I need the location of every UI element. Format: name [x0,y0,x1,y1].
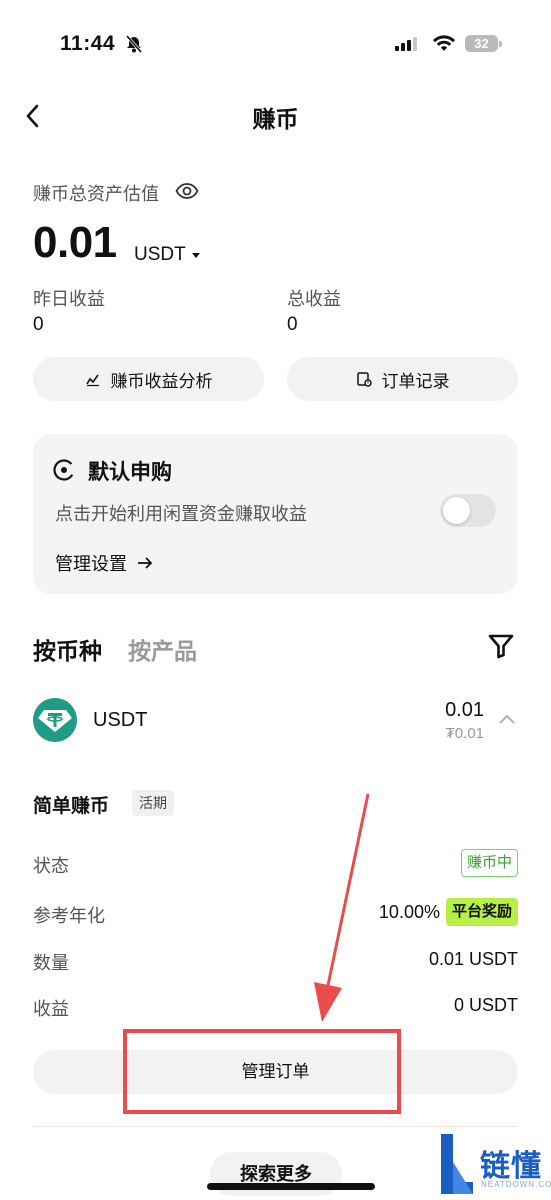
signal-icon [395,37,417,51]
annotation-highlight-box [123,1029,401,1114]
annotation-arrow-icon [314,793,370,1022]
order-history-label: 订单记录 [381,371,450,391]
status-label: 状态 [33,856,69,876]
battery-indicator: 32 [465,35,498,52]
total-earnings-value: 0 [287,314,298,335]
page-title: 赚币 [252,106,299,132]
currency-label: USDT [134,244,186,265]
total-assets-label: 赚币总资产估值 [33,184,159,204]
quantity-value: 0.01 USDT [428,949,518,969]
watermark-text: 链懂 [480,1150,542,1183]
divider [33,1126,518,1127]
apr-value: 10.00% [378,901,440,922]
toggle-knob [443,497,470,524]
filter-icon[interactable] [487,632,515,660]
usdt-logo-icon [33,698,77,742]
coin-name: USDT [93,709,148,731]
product-type-badge: 活期 [132,790,174,816]
subscribe-icon [53,459,75,481]
yesterday-earnings-label: 昨日收益 [33,289,105,309]
platform-reward-badge: 平台奖励 [445,898,518,926]
currency-selector[interactable]: USDT [134,244,200,266]
eye-icon[interactable] [175,181,199,201]
home-indicator [207,1183,375,1190]
bell-muted-icon [125,35,143,53]
earnings-label: 收益 [33,999,69,1019]
watermark-logo-icon [441,1134,473,1194]
earnings-value: 0 USDT [453,995,518,1015]
total-assets-value: 0.01 [33,218,117,267]
quantity-label: 数量 [33,953,69,973]
chart-icon [85,374,99,387]
caret-down-icon [191,252,200,258]
yesterday-earnings-value: 0 [33,314,44,335]
status-badge: 赚币中 [460,849,518,877]
watermark-subtext: NEATDOWN.COM [481,1180,551,1189]
status-time: 11:44 [60,32,116,55]
manage-settings-link[interactable]: 管理设置 [55,550,153,576]
earnings-analysis-button[interactable]: 赚币收益分析 [33,357,264,401]
order-record-icon [356,372,372,387]
total-earnings-label: 总收益 [287,289,341,309]
order-history-button[interactable]: 订单记录 [287,357,518,401]
product-title: 简单赚币 [33,796,110,817]
manage-settings-label: 管理设置 [55,554,127,574]
tab-by-coin[interactable]: 按币种 [33,632,102,666]
default-subscribe-title: 默认申购 [88,461,172,484]
default-subscribe-description: 点击开始利用闲置资金赚取收益 [55,504,307,524]
wifi-icon [433,35,455,51]
battery-tip [499,41,502,47]
coin-fiat-value: ₮0.01 [445,725,484,742]
tab-by-product[interactable]: 按产品 [128,632,197,666]
arrow-right-icon [138,557,153,569]
apr-value-group: 10.00% 平台奖励 [379,898,518,926]
earnings-analysis-label: 赚币收益分析 [110,371,213,391]
chevron-up-icon[interactable] [497,712,517,726]
apr-label: 参考年化 [33,906,105,926]
coin-amount: 0.01 [445,699,484,721]
